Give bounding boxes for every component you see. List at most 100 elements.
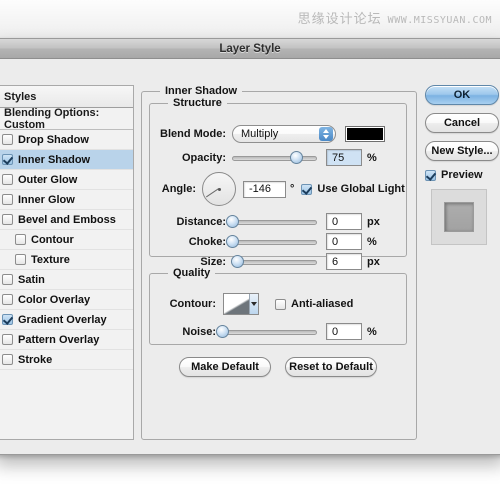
layer-style-dialog: Layer Style Styles Blending Options: Cus… [0,38,500,455]
effects-list[interactable]: Drop Shadow Inner Shadow Outer Glow Inner G… [0,130,133,439]
angle-value: -146 [249,183,272,195]
preview-row: Preview [425,169,500,181]
effect-enable-checkbox[interactable] [2,314,13,325]
distance-slider-thumb[interactable] [226,214,239,228]
effect-enable-checkbox[interactable] [2,294,13,305]
effect-row[interactable]: Outer Glow [0,170,133,190]
size-value: 6 [332,255,339,268]
quality-group-title: Quality [173,267,211,279]
effect-enable-checkbox[interactable] [15,254,26,265]
shadow-color-swatch[interactable] [345,126,385,142]
noise-slider-track [222,329,317,335]
distance-label: Distance: [176,215,226,228]
noise-row: Noise: 0 % [154,323,402,340]
contour-label: Contour: [169,298,216,310]
opacity-label: Opacity: [181,151,226,164]
effect-row[interactable]: Stroke [0,350,133,370]
blend-mode-row: Blend Mode: Multiply [154,125,402,143]
effect-row[interactable]: Drop Shadow [0,130,133,150]
choke-value: 0 [332,235,339,248]
dialog-titlebar[interactable]: Layer Style [0,39,500,59]
effect-enable-checkbox[interactable] [2,334,13,345]
effect-label: Stroke [18,353,53,366]
opacity-value: 75 [332,151,345,164]
reset-to-default-button[interactable]: Reset to Default [285,357,377,377]
angle-unit: ° [290,183,295,195]
make-default-button[interactable]: Make Default [179,357,271,377]
angle-label: Angle: [161,183,196,195]
effect-enable-checkbox[interactable] [2,354,13,365]
effect-label: Gradient Overlay [18,313,107,326]
effect-label: Inner Shadow [18,153,91,166]
site-watermark: 思缘设计论坛 WWW.MISSYUAN.COM [298,8,492,27]
effect-row[interactable]: Bevel and Emboss [0,210,133,230]
effect-row[interactable]: Color Overlay [0,290,133,310]
effect-row[interactable]: Pattern Overlay [0,330,133,350]
page-backdrop-bottom [0,455,500,500]
effect-enable-checkbox[interactable] [2,214,13,225]
effect-row[interactable]: Gradient Overlay [0,310,133,330]
contour-row: Contour: Anti-aliased [154,293,402,315]
angle-dial[interactable] [202,172,236,206]
structure-group-title: Structure [173,97,222,109]
effect-label: Color Overlay [18,293,91,306]
noise-label: Noise: [182,325,216,338]
ok-button[interactable]: OK [425,85,499,105]
use-global-light-label: Use Global Light [317,183,405,195]
distance-slider[interactable] [226,214,317,229]
choke-slider-thumb[interactable] [226,234,239,248]
angle-input[interactable]: -146 [243,180,286,198]
distance-value: 0 [332,215,339,228]
size-label: Size: [200,255,226,268]
effect-enable-checkbox[interactable] [15,234,26,245]
effect-label: Satin [18,273,45,286]
screenshot-root: 思缘设计论坛 WWW.MISSYUAN.COM Layer Style Styl… [0,0,500,500]
opacity-input[interactable]: 75 [326,149,362,166]
watermark-chinese-text: 思缘设计论坛 [297,12,382,27]
opacity-slider-thumb[interactable] [289,150,303,164]
anti-aliased-checkbox[interactable] [275,298,286,310]
preview-checkbox[interactable] [425,169,436,181]
effect-row[interactable]: Inner Shadow [0,150,133,170]
chevron-down-icon[interactable] [249,294,258,314]
choke-slider-track [232,239,317,245]
size-unit: px [367,255,380,268]
choke-input[interactable]: 0 [326,233,362,250]
choke-slider[interactable] [226,234,317,249]
distance-input[interactable]: 0 [326,213,362,230]
cancel-button[interactable]: Cancel [425,113,499,133]
preview-thumbnail [431,189,487,245]
effect-label: Inner Glow [18,193,75,206]
effect-label: Outer Glow [18,173,78,186]
chevron-updown-icon [319,127,333,141]
effect-enable-checkbox[interactable] [2,134,13,145]
opacity-slider[interactable] [232,150,317,165]
opacity-row: Opacity: 75 % [154,149,402,166]
effect-settings-panel: Inner Shadow Structure Blend Mode: Multi… [141,85,417,440]
effect-enable-checkbox[interactable] [2,194,13,205]
size-slider-thumb[interactable] [231,254,245,268]
effect-row[interactable]: Inner Glow [0,190,133,210]
noise-slider-thumb[interactable] [216,324,229,338]
opacity-unit: % [367,151,377,164]
choke-unit: % [367,235,377,248]
effect-row[interactable]: Contour [0,230,133,250]
effect-row[interactable]: Texture [0,250,133,270]
use-global-light-checkbox[interactable] [301,183,313,195]
new-style-button[interactable]: New Style... [425,141,499,161]
effect-enable-checkbox[interactable] [2,154,13,165]
choke-label: Choke: [188,235,226,248]
effect-label: Bevel and Emboss [18,213,116,226]
effect-enable-checkbox[interactable] [2,274,13,285]
noise-slider[interactable] [216,324,317,339]
blend-mode-select[interactable]: Multiply [232,125,336,143]
blending-options-row[interactable]: Blending Options: Custom [0,107,133,131]
effect-label: Contour [31,233,74,246]
dialog-actions-panel: OK Cancel New Style... Preview [425,85,500,245]
effect-enable-checkbox[interactable] [2,174,13,185]
contour-preset-swatch[interactable] [223,293,259,315]
angle-row: Angle: -146 ° Use Global Light [154,169,406,209]
noise-input[interactable]: 0 [326,323,362,340]
effect-row[interactable]: Satin [0,270,133,290]
preview-label: Preview [441,169,483,181]
